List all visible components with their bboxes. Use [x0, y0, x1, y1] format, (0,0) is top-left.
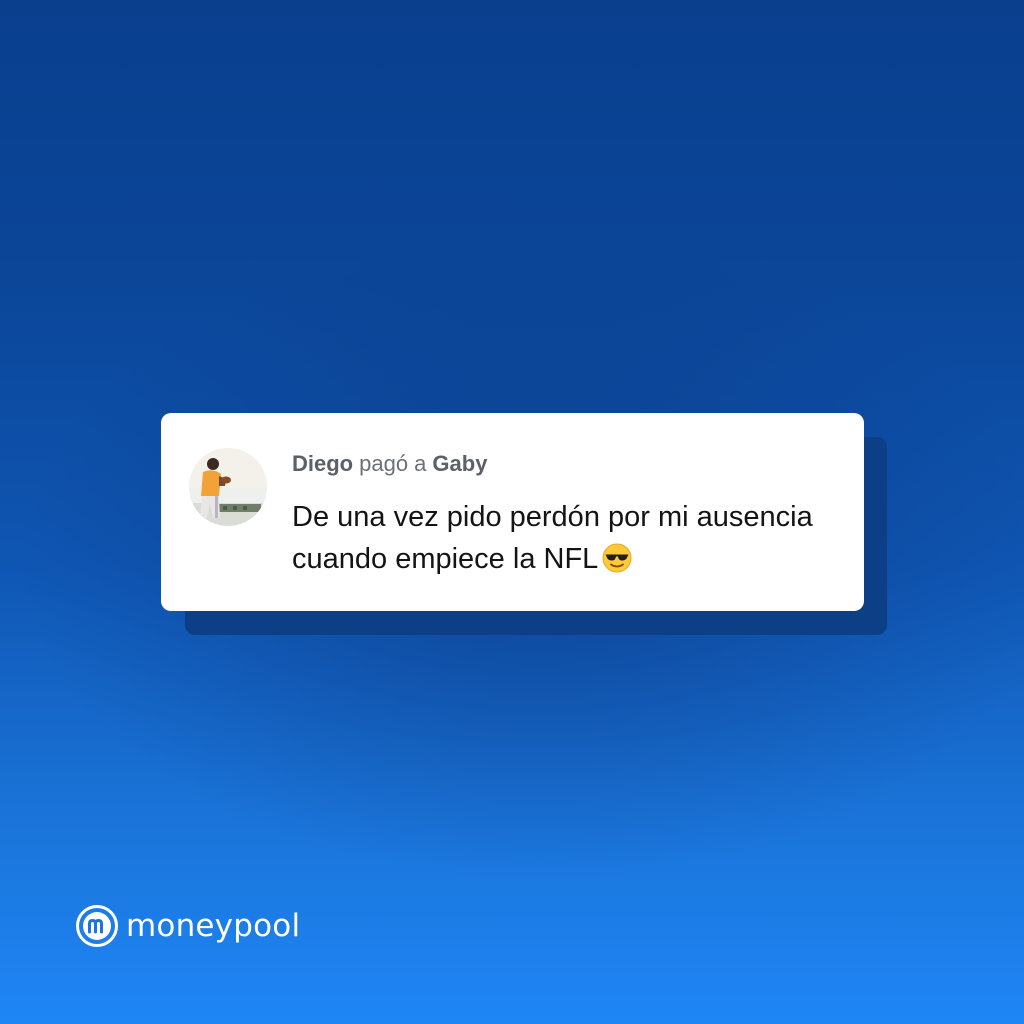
payment-message-text: De una vez pido perdón por mi ausencia c… — [292, 501, 813, 575]
smiling-face-with-sunglasses-icon — [602, 543, 632, 573]
payee-name[interactable]: Gaby — [432, 451, 487, 476]
payment-message: De una vez pido perdón por mi ausencia c… — [292, 496, 832, 580]
brand-logo[interactable]: moneypool — [76, 904, 300, 948]
payment-header: Diego pagó a Gaby — [292, 451, 487, 477]
moneypool-m-logo-icon — [76, 905, 118, 947]
avatar — [189, 448, 267, 526]
avatar-photo — [189, 448, 267, 526]
payer-name[interactable]: Diego — [292, 451, 353, 476]
payment-verb: pagó a — [359, 451, 427, 476]
payment-comment-card: Diego pagó a Gaby De una vez pido perdón p… — [161, 413, 864, 611]
brand-name: moneypool — [126, 908, 301, 944]
